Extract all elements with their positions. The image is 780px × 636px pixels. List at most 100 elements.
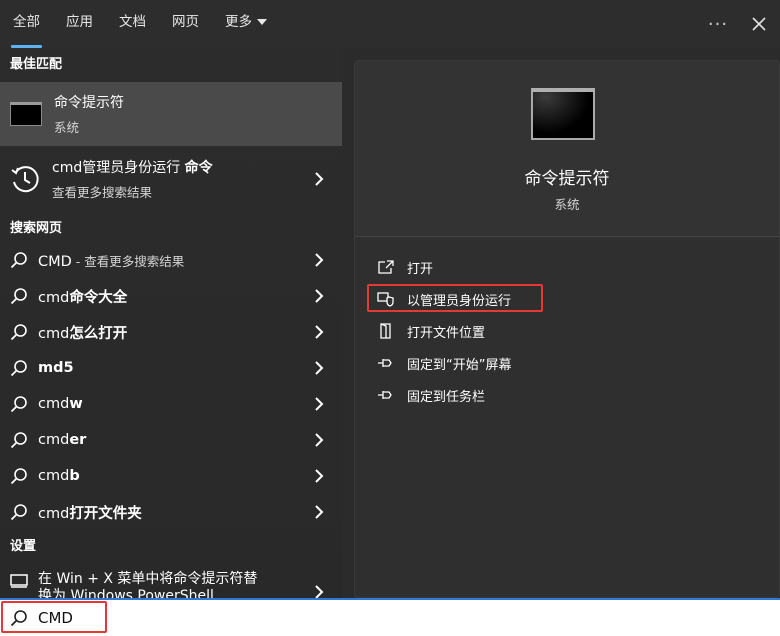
search-icon [10,252,27,269]
suggestion-bold-text: 命令 [184,160,213,176]
highlight-box-search [1,601,107,633]
web-result-item[interactable]: cmd打开文件夹 [0,494,342,530]
monitor-settings-icon [10,574,28,588]
command-prompt-icon [10,102,42,126]
web-result-text: cmd怎么打开 [38,322,127,343]
web-result-plain: cmd [38,289,70,306]
action-open-file-location[interactable]: 打开文件位置 [355,315,779,347]
settings-item-line2: 换为 Windows PowerShell [38,588,214,598]
chevron-right-icon [315,397,324,411]
web-result-bold: md5 [38,360,74,376]
close-button[interactable] [738,0,780,48]
web-result-plain: cmd [38,505,70,522]
web-result-bold: er [69,432,87,448]
chevron-right-icon [315,172,324,186]
web-result-item[interactable]: md5 [0,350,342,386]
top-tab-bar: 全部 应用 文档 网页 更多 ··· [0,0,780,48]
tab-more[interactable]: 更多 [212,0,280,48]
best-match-title: 最佳匹配 [10,57,63,72]
web-result-bold: 命令大全 [69,289,128,306]
action-pin-to-start[interactable]: 固定到“开始”屏幕 [355,347,779,379]
web-result-text: cmdb [38,468,80,484]
action-pin-to-taskbar[interactable]: 固定到任务栏 [355,379,779,411]
best-match-name: 命令提示符 [54,95,124,111]
web-result-text: cmd命令大全 [38,286,127,307]
command-prompt-large-icon [531,88,595,140]
web-result-plain: cmd [38,468,70,484]
best-match-type: 系统 [54,120,80,135]
settings-title: 设置 [10,539,37,554]
chevron-right-icon [315,469,324,483]
open-icon [378,260,394,274]
action-label: 固定到任务栏 [407,389,486,405]
best-match-item[interactable]: 命令提示符 系统 [0,82,342,146]
chevron-right-icon [315,505,324,519]
tab-label: 应用 [66,14,93,30]
settings-item[interactable]: 在 Win + X 菜单中将命令提示符替 换为 Windows PowerShe… [0,566,342,598]
tab-label: 全部 [13,14,40,30]
suggestion-text: cmd管理员身份运行 [52,160,185,176]
web-result-plain: CMD [38,253,72,270]
chevron-right-icon [315,585,324,598]
action-label: 打开 [407,261,434,277]
web-result-item[interactable]: cmd命令大全 [0,278,342,314]
web-result-text: cmd打开文件夹 [38,502,142,523]
results-pane: 最佳匹配 命令提示符 系统 cmd管理员身份运行 命令 查看更多搜索结果 搜索网… [0,48,342,598]
chevron-right-icon [315,253,324,267]
suggestion-item[interactable]: cmd管理员身份运行 命令 查看更多搜索结果 [0,146,342,212]
tab-label: 文档 [119,14,146,30]
web-result-item[interactable]: cmder [0,422,342,458]
more-options-button[interactable]: ··· [698,14,738,35]
web-result-text: cmdw [38,396,83,412]
web-result-text: md5 [38,360,74,376]
web-result-plain: cmd [38,325,70,342]
chevron-right-icon [315,433,324,447]
action-label: 打开文件位置 [407,325,486,341]
web-result-item[interactable]: cmdw [0,386,342,422]
web-result-sub: - 查看更多搜索结果 [71,253,185,269]
web-result-item[interactable]: CMD - 查看更多搜索结果 [0,242,342,278]
tab-all[interactable]: 全部 [0,0,53,48]
search-icon [10,324,27,341]
web-result-bold: b [69,468,80,484]
search-icon [10,468,27,485]
pin-icon [378,391,392,399]
web-result-text: cmder [38,432,86,448]
tab-apps[interactable]: 应用 [53,0,106,48]
web-result-bold: 打开文件夹 [69,505,142,522]
preview-pane: 命令提示符 系统 打开 以管理员身份运行 打开文件位置 固定到“开始”屏幕 固定… [342,48,780,598]
search-icon [10,360,27,377]
preview-title: 命令提示符 [524,169,610,189]
search-icon [10,396,27,413]
search-bar[interactable]: CMD [0,598,780,636]
tab-label: 更多 [225,14,252,30]
web-result-plain: cmd [38,396,70,412]
search-icon [10,504,27,521]
suggestion-subtitle: 查看更多搜索结果 [52,185,153,200]
action-label: 固定到“开始”屏幕 [407,357,512,373]
chevron-right-icon [315,289,324,303]
preview-header: 命令提示符 系统 [355,61,779,237]
action-open[interactable]: 打开 [355,251,779,283]
chevron-right-icon [315,361,324,375]
pin-icon [378,359,392,367]
chevron-right-icon [315,325,324,339]
tab-web[interactable]: 网页 [159,0,212,48]
history-icon [11,166,39,193]
web-result-plain: cmd [38,432,70,448]
web-results-list: CMD - 查看更多搜索结果 cmd命令大全 cmd怎么打开 md5 cmdw cmder… [0,242,342,530]
tab-documents[interactable]: 文档 [106,0,159,48]
settings-item-line1: 在 Win + X 菜单中将命令提示符替 [38,571,258,587]
preview-card: 命令提示符 系统 打开 以管理员身份运行 打开文件位置 固定到“开始”屏幕 固定… [354,60,780,598]
action-list: 打开 以管理员身份运行 打开文件位置 固定到“开始”屏幕 固定到任务栏 [355,251,779,411]
web-search-title: 搜索网页 [10,221,63,236]
web-result-item[interactable]: cmd怎么打开 [0,314,342,350]
web-result-text: CMD - 查看更多搜索结果 [38,251,184,270]
search-icon [10,432,27,449]
preview-subtitle: 系统 [554,197,580,212]
web-result-bold: w [69,396,83,412]
web-result-bold: 怎么打开 [69,325,128,342]
folder-location-icon [380,323,391,339]
tab-label: 网页 [172,14,199,30]
web-result-item[interactable]: cmdb [0,458,342,494]
